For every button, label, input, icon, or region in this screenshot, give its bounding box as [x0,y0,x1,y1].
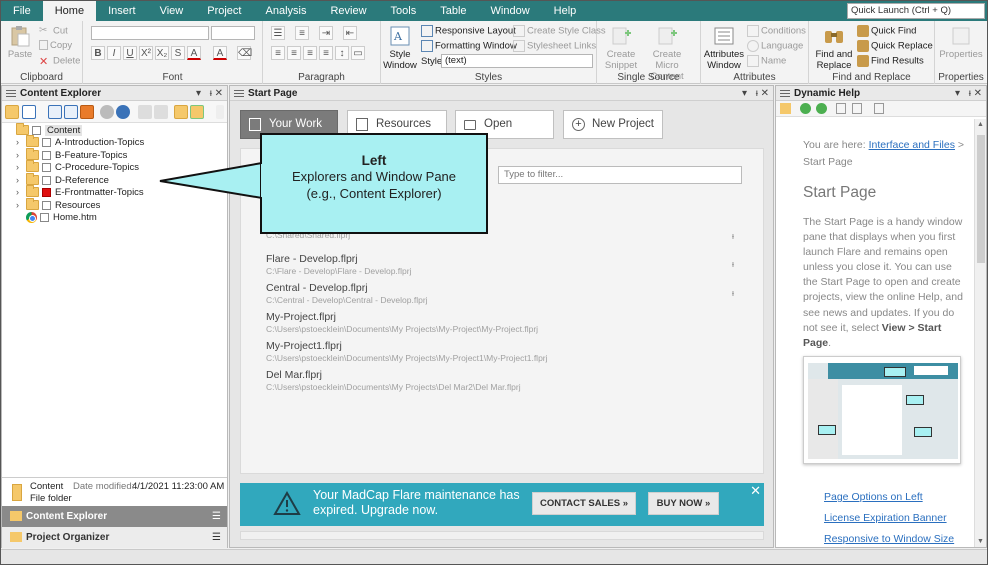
callout-line-1: Explorers and Window Pane [291,169,457,184]
callout-title: Left [361,153,387,168]
status-bar [1,549,987,564]
callout-pointer [159,161,263,200]
callout-line-2: (e.g., Content Explorer) [306,186,442,201]
callout-box: Left Explorers and Window Pane (e.g., Co… [260,133,488,234]
